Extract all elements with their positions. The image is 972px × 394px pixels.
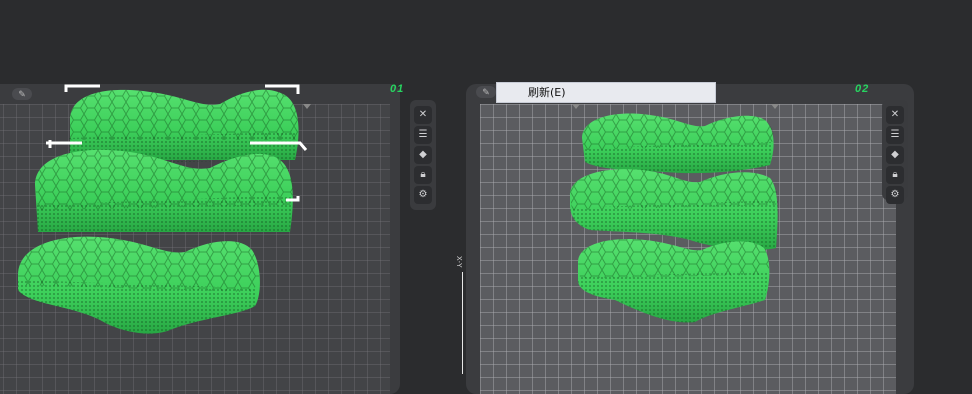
context-menu-refresh[interactable]: 刷新(E): [496, 82, 716, 103]
models-layer: [18, 84, 778, 334]
z-axis-line: [462, 272, 463, 374]
shoe-sole-model[interactable]: [570, 169, 778, 250]
shoe-sole-model[interactable]: [582, 113, 774, 174]
shoe-sole-model[interactable]: [18, 236, 260, 334]
axis-label: X-Y: [455, 256, 462, 268]
shoe-sole-model[interactable]: [35, 149, 293, 232]
shoe-sole-model[interactable]: [578, 238, 770, 323]
